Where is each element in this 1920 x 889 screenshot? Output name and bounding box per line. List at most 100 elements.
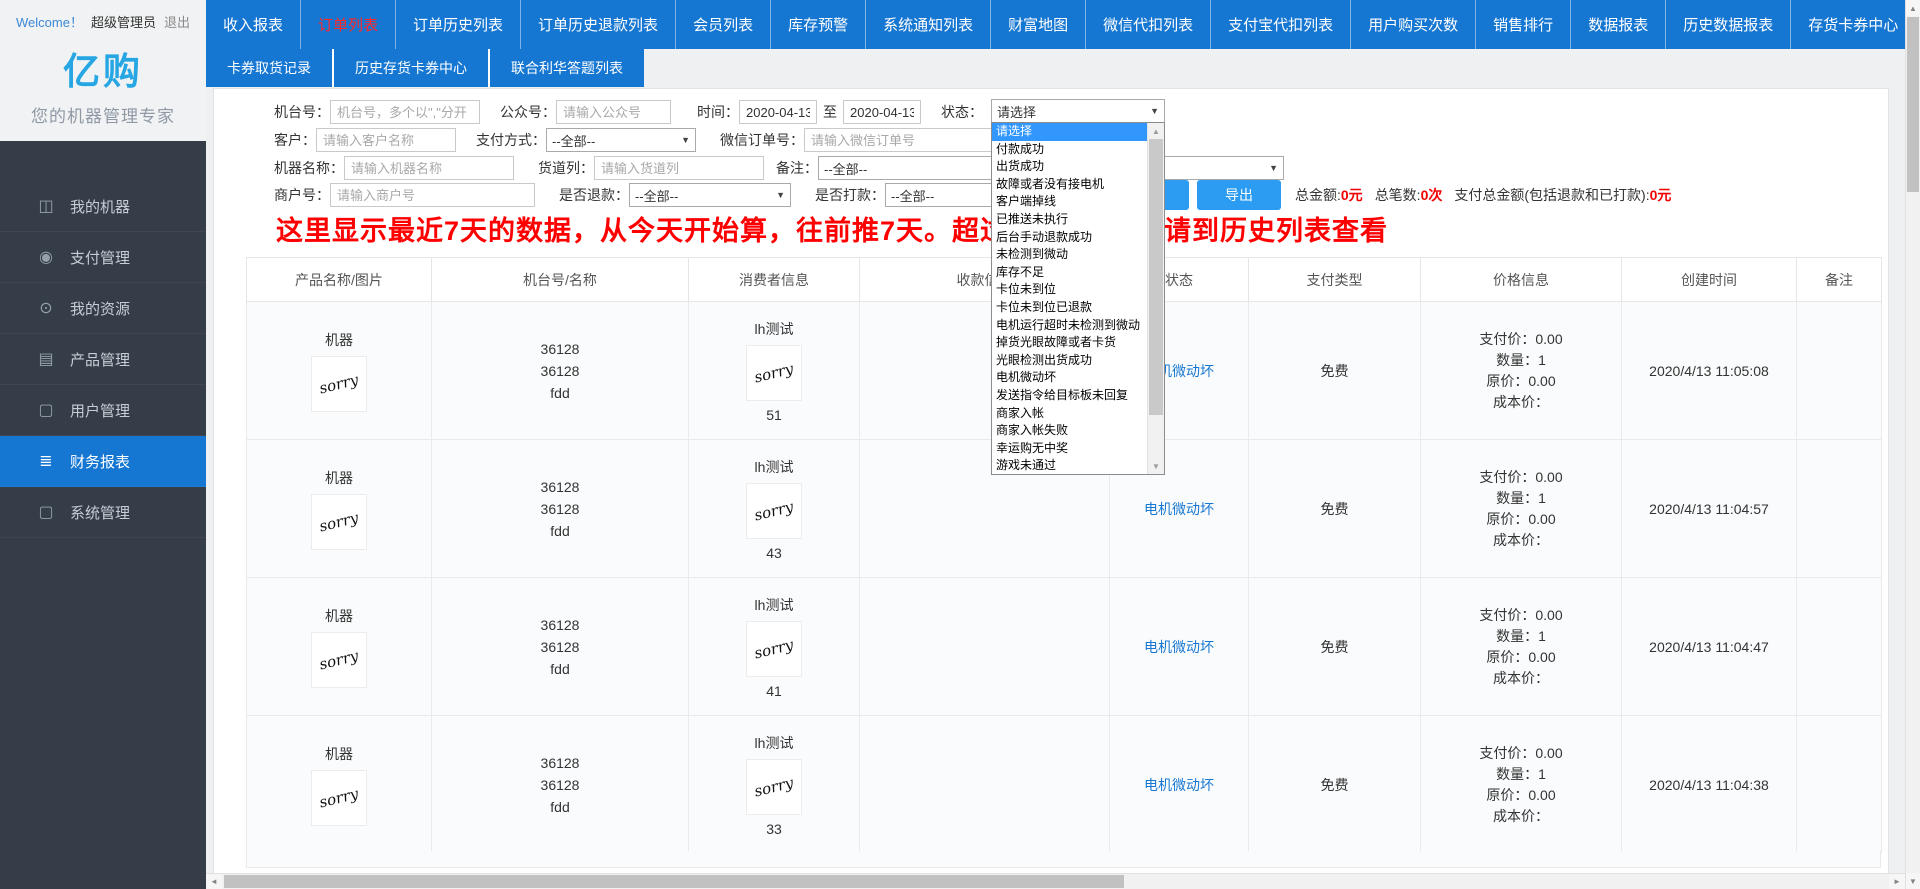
status-option[interactable]: 出货成功 [992, 158, 1148, 176]
horizontal-scrollbar-thumb[interactable] [224, 875, 1124, 888]
top-tab-bar: 收入报表订单列表订单历史列表订单历史退款列表会员列表库存预警系统通知列表财富地图… [206, 0, 1905, 49]
refund-select[interactable]: --全部-- ▼ [629, 183, 791, 207]
export-button[interactable]: 导出 [1197, 180, 1281, 210]
status-option[interactable]: 卡位未到位已退款 [992, 299, 1148, 317]
dropdown-scrollbar-thumb[interactable] [1149, 139, 1163, 415]
status-option[interactable]: 故障或者没有接电机 [992, 176, 1148, 194]
date-from-input[interactable] [739, 100, 817, 124]
topnav-tab[interactable]: 销售排行 [1476, 0, 1571, 49]
topnav-tab[interactable]: 历史数据报表 [1666, 0, 1791, 49]
status-option[interactable]: 商家入帐 [992, 405, 1148, 423]
topnav-tab[interactable]: 微信代扣列表 [1086, 0, 1211, 49]
topnav-tab[interactable]: 库存预警 [771, 0, 866, 49]
status-link[interactable]: 电机微动坏 [1144, 501, 1214, 517]
refund-label: 是否退款： [559, 185, 629, 205]
sidebar-item-payment[interactable]: ◉支付管理 [0, 232, 206, 283]
collect-cell [860, 578, 1110, 716]
subnav-tab[interactable]: 卡券取货记录 [206, 49, 334, 87]
machine-name-input[interactable] [344, 156, 514, 180]
scroll-down-icon[interactable]: ▼ [1906, 873, 1920, 889]
sidebar-item-product[interactable]: ▤ 产品管理 [0, 334, 206, 385]
brand-tagline: 您的机器管理专家 [0, 102, 206, 127]
status-option[interactable]: 已推送未执行 [992, 211, 1148, 229]
price-line: 支付价：0.00 [1421, 329, 1621, 350]
status-option[interactable]: 请选择 [992, 123, 1148, 141]
price-line: 数量：1 [1421, 626, 1621, 647]
sidebar: Welcome！ 超级管理员 退出 亿购 您的机器管理专家 ◫我的机器◉支付管理… [0, 0, 206, 889]
subnav-tab[interactable]: 联合利华答题列表 [490, 49, 644, 87]
machine-line: fdd [432, 520, 688, 542]
topnav-tab[interactable]: 会员列表 [676, 0, 771, 49]
topnav-tab[interactable]: 存货卡券中心 [1791, 0, 1916, 49]
topnav-tab[interactable]: 用户购买次数 [1351, 0, 1476, 49]
status-link[interactable]: 电机微动坏 [1144, 639, 1214, 655]
broken-image-text: sorry [318, 784, 361, 811]
product-icon: ▤ [36, 349, 56, 369]
price-line: 支付价：0.00 [1421, 467, 1621, 488]
status-option[interactable]: 电机微动坏 [992, 369, 1148, 387]
scroll-right-icon[interactable]: ► [1889, 874, 1905, 889]
sidebar-item-label: 产品管理 [70, 349, 130, 370]
status-link[interactable]: 电机微动坏 [1144, 777, 1214, 793]
broken-image-text: sorry [753, 497, 796, 524]
status-option[interactable]: 卡位未到位 [992, 281, 1148, 299]
status-option[interactable]: 幸运购无中奖 [992, 440, 1148, 458]
status-option[interactable]: 客户端掉线 [992, 193, 1148, 211]
channel-col-label: 货道列： [538, 158, 594, 178]
topnav-tab[interactable]: 支付宝代扣列表 [1211, 0, 1351, 49]
sidebar-item-system[interactable]: ▢系统管理 [0, 487, 206, 538]
topnav-tab[interactable]: 收入报表 [206, 0, 301, 49]
sidebar-item-machine[interactable]: ◫我的机器 [0, 181, 206, 232]
sidebar-item-resource[interactable]: ⊙我的资源 [0, 283, 206, 334]
topnav-tab[interactable]: 系统通知列表 [866, 0, 991, 49]
price-line: 原价：0.00 [1421, 509, 1621, 530]
sidebar-item-finance[interactable]: ≣财务报表 [0, 436, 206, 487]
product-name: 机器 [247, 330, 431, 350]
machine-no-input[interactable] [330, 100, 480, 124]
topnav-tab[interactable]: 订单列表 [301, 0, 396, 49]
public-account-input[interactable] [556, 100, 671, 124]
status-option[interactable]: 付款成功 [992, 141, 1148, 159]
machine-line: 36128 [432, 774, 688, 796]
status-option[interactable]: 掉货光眼故障或者卡货 [992, 334, 1148, 352]
horizontal-scrollbar[interactable]: ◄ ► [206, 873, 1905, 889]
filter-row-4: 商户号： 是否退款： --全部-- ▼ 是否打款： --全部-- ▼ 搜索 导出… [274, 182, 1683, 208]
scroll-left-icon[interactable]: ◄ [206, 874, 222, 889]
total-paid: 支付总金额(包括退款和已打款):0元 [1454, 185, 1671, 205]
consumer-image-placeholder: sorry [746, 621, 802, 677]
date-to-input[interactable] [843, 100, 921, 124]
topnav-tab[interactable]: 数据报表 [1571, 0, 1666, 49]
product-cell: 机器sorry [247, 578, 432, 716]
sidebar-item-user[interactable]: ▢用户管理 [0, 385, 206, 436]
vertical-scrollbar[interactable]: ▲ ▼ [1905, 0, 1920, 889]
subnav-tab[interactable]: 历史存货卡券中心 [334, 49, 490, 87]
status-dropdown: 请选择 ▼ ▲ ▼ 请选择付款成功出货成功故障或者没有接电机客户端掉线已推送未执… [991, 99, 1165, 475]
status-option[interactable]: 电机运行超时未检测到微动 [992, 317, 1148, 335]
topnav-tab[interactable]: 财富地图 [991, 0, 1086, 49]
status-select[interactable]: 请选择 ▼ [991, 99, 1165, 123]
scroll-down-icon[interactable]: ▼ [1148, 458, 1164, 474]
dropdown-scrollbar[interactable]: ▲ ▼ [1147, 123, 1164, 474]
topnav-tab[interactable]: 订单历史退款列表 [521, 0, 676, 49]
status-option[interactable]: 发送指令给目标板未回复 [992, 387, 1148, 405]
status-option[interactable]: 库存不足 [992, 264, 1148, 282]
status-option[interactable]: 光眼检测出货成功 [992, 352, 1148, 370]
product-name: 机器 [247, 744, 431, 764]
scroll-up-icon[interactable]: ▲ [1148, 123, 1164, 139]
status-option[interactable]: 未检测到微动 [992, 246, 1148, 264]
brand-logo: 亿购 [0, 41, 206, 95]
status-option[interactable]: 商家入帐失败 [992, 422, 1148, 440]
channel-col-input[interactable] [594, 156, 764, 180]
topnav-tab[interactable]: 订单历史列表 [396, 0, 521, 49]
status-dropdown-list: ▲ ▼ 请选择付款成功出货成功故障或者没有接电机客户端掉线已推送未执行后台手动退… [991, 122, 1165, 475]
status-option[interactable]: 游戏未通过 [992, 457, 1148, 475]
totals-bar: 总金额:0元 总笔数:0次 支付总金额(包括退款和已打款):0元 [1295, 185, 1683, 205]
logout-link[interactable]: 退出 [164, 12, 190, 31]
pay-method-select[interactable]: --全部-- ▼ [546, 128, 696, 152]
status-option[interactable]: 后台手动退款成功 [992, 229, 1148, 247]
machine-line: fdd [432, 658, 688, 680]
customer-input[interactable] [316, 128, 456, 152]
vertical-scrollbar-thumb[interactable] [1907, 17, 1919, 192]
merchant-no-input[interactable] [330, 183, 535, 207]
scroll-up-icon[interactable]: ▲ [1906, 0, 1920, 16]
